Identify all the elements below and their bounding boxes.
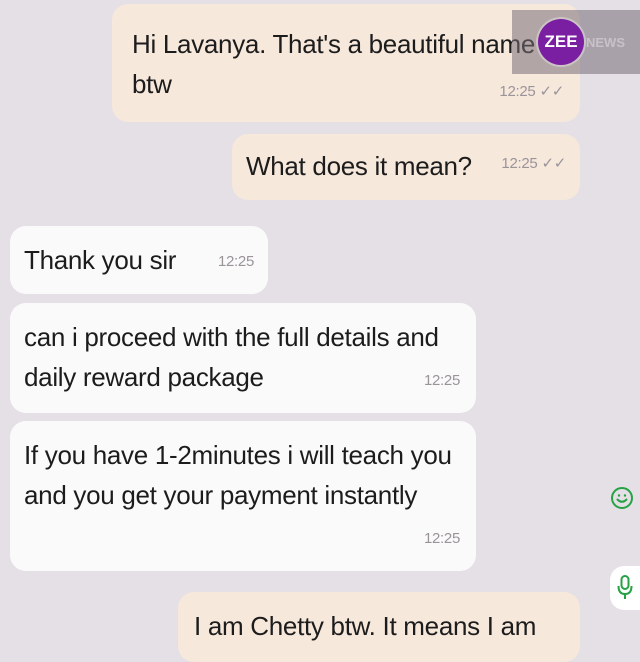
message-meta: 12:25 ✓✓ (501, 144, 566, 184)
zee-news-watermark: ZEE NEWS (512, 10, 640, 74)
message-text: I am Chetty btw. It means I am (194, 611, 537, 641)
message-bubble-incoming[interactable]: If you have 1-2minutes i will teach you … (10, 421, 476, 571)
message-bubble-outgoing[interactable]: Hi Lavanya. That's a beautiful name btw … (112, 4, 580, 122)
message-meta: 12:25 (424, 361, 460, 401)
news-logo-text: NEWS (586, 34, 625, 50)
mic-icon[interactable] (610, 566, 640, 610)
message-meta: 12:25 ✓✓ (499, 72, 564, 112)
message-bubble-incoming[interactable]: Thank you sir 12:25 (10, 226, 268, 294)
message-bubble-incoming[interactable]: can i proceed with the full details and … (10, 303, 476, 413)
double-check-icon: ✓✓ (541, 155, 566, 172)
message-text: If you have 1-2minutes i will teach you … (24, 440, 452, 510)
message-time: 12:25 (217, 253, 254, 270)
smiley-icon[interactable] (608, 484, 636, 512)
double-check-icon: ✓✓ (539, 83, 564, 100)
message-text: can i proceed with the full details and … (24, 322, 439, 392)
message-meta: 12:25 (218, 242, 254, 282)
message-time: 12:25 (423, 530, 460, 547)
chat-area[interactable]: Hi Lavanya. That's a beautiful name btw … (0, 0, 640, 662)
message-bubble-outgoing[interactable]: What does it mean? 12:25 ✓✓ (232, 134, 580, 200)
message-time: 12:25 (499, 83, 536, 100)
message-time: 12:25 (501, 155, 538, 172)
message-time: 12:25 (423, 372, 460, 389)
message-bubble-outgoing[interactable]: I am Chetty btw. It means I am (178, 592, 580, 662)
message-meta: 12:25 (424, 519, 460, 559)
zee-logo-text: ZEE (544, 32, 578, 51)
zee-logo: ZEE (538, 19, 584, 65)
